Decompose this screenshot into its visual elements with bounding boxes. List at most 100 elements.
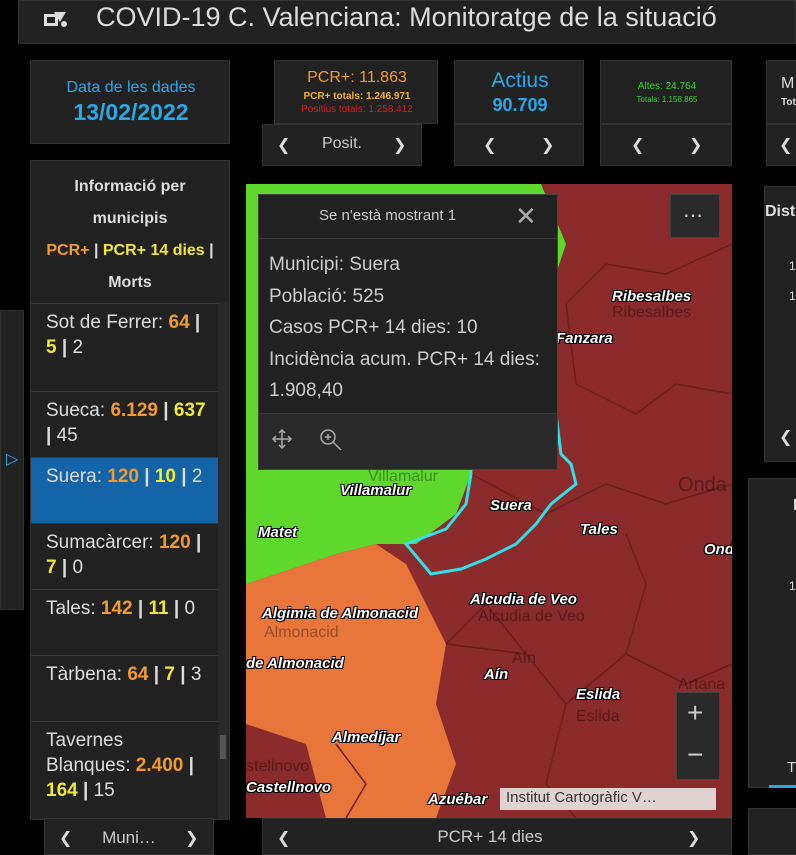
item-pcr14: 7 bbox=[46, 557, 57, 578]
distribution-axis-value: 1 bbox=[789, 259, 796, 273]
prev-chevron-icon[interactable]: ❮ bbox=[483, 135, 496, 154]
popup-title: Se n'està mostrant 1 bbox=[319, 207, 457, 224]
list-scroll-thumb[interactable] bbox=[220, 735, 226, 759]
side-panel-toggle[interactable]: ▷ bbox=[0, 310, 24, 610]
map-more-options-button[interactable]: ⋯ bbox=[670, 194, 720, 238]
date-label: Data de les dades bbox=[66, 79, 196, 96]
next-chevron-icon[interactable]: ❯ bbox=[541, 135, 554, 154]
next-chevron-icon[interactable]: ❯ bbox=[393, 135, 406, 154]
list-item[interactable]: Sumacàrcer: 120 | 7 | 0 bbox=[31, 523, 219, 589]
distribution-axis-value: 1 bbox=[789, 289, 796, 303]
next-chevron-icon[interactable]: ❯ bbox=[689, 135, 702, 154]
panel-axis-value: 1 bbox=[789, 579, 796, 593]
list-item[interactable]: Tales: 142 | 11 | 0 bbox=[31, 589, 219, 655]
next-chevron-icon[interactable]: ❯ bbox=[185, 828, 198, 847]
morts-total: Tot bbox=[781, 97, 796, 108]
map-basemap-label: Ribesalbes bbox=[612, 304, 692, 321]
list-item[interactable]: Sot de Ferrer: 64 | 5 | 2 bbox=[31, 303, 219, 391]
list-item[interactable]: Sueca: 6.129 | 637 | 45 bbox=[31, 391, 219, 457]
expand-right-icon: ▷ bbox=[6, 449, 19, 468]
item-pcr: 6.129 bbox=[110, 400, 158, 421]
item-pcr: 64 bbox=[127, 664, 149, 685]
map-basemap-label: Eslida bbox=[576, 708, 620, 725]
altes-pager: ❮ ❯ bbox=[600, 124, 732, 166]
morts-label: M bbox=[781, 75, 795, 92]
prev-chevron-icon[interactable]: ❮ bbox=[779, 135, 792, 154]
page-title: COVID-19 C. Valenciana: Monitoratge de l… bbox=[96, 2, 717, 32]
actius-label: Actius bbox=[491, 69, 549, 92]
item-name: Sumacàrcer: bbox=[46, 532, 154, 553]
altes-total: Totals: 1.158.865 bbox=[636, 95, 698, 104]
list-item-selected[interactable]: Suera: 120 | 10 | 2 bbox=[31, 457, 219, 523]
item-morts: 45 bbox=[56, 425, 78, 446]
distribution-panel: Dist 1 1 ❮ bbox=[764, 186, 796, 462]
map-label-almonacid: de Almonacid bbox=[246, 655, 344, 672]
item-pcr: 2.400 bbox=[135, 755, 184, 776]
close-icon[interactable]: ✕ bbox=[515, 201, 537, 232]
map-label-fanzara: Fanzara bbox=[556, 330, 613, 347]
list-legend: PCR+ | PCR+ 14 dies | bbox=[31, 235, 229, 267]
item-pcr14: 637 bbox=[173, 400, 206, 421]
map-label-alcudia: Alcudia de Veo bbox=[470, 591, 577, 608]
header: COVID-19 C. Valenciana: Monitoratge de l… bbox=[0, 0, 796, 52]
panel-tab-label[interactable]: T bbox=[787, 759, 796, 776]
zoom-to-icon[interactable] bbox=[319, 428, 343, 457]
ellipsis-icon: ⋯ bbox=[683, 205, 705, 227]
item-morts: 0 bbox=[184, 598, 196, 619]
popup-actions bbox=[259, 413, 557, 469]
map-label-ain: Aín bbox=[484, 666, 509, 683]
pan-icon[interactable] bbox=[271, 428, 293, 455]
feature-popup: Se n'està mostrant 1 ✕ Municipi: Suera P… bbox=[258, 194, 558, 470]
map-basemap-label: Aín bbox=[512, 650, 537, 667]
map-pager-label: PCR+ 14 dies bbox=[437, 827, 543, 846]
item-name: Sot de Ferrer: bbox=[46, 312, 164, 333]
date-value: 13/02/2022 bbox=[73, 99, 189, 125]
legend-separator: | bbox=[209, 242, 214, 259]
map-label-algimia: Algimia de Almonacid bbox=[262, 605, 419, 622]
pcr-total: PCR+ totals: 1.246.971 bbox=[303, 91, 411, 102]
map-basemap-label: stellnovo bbox=[246, 758, 310, 775]
pcr-pager: ❮ Posit. ❯ bbox=[262, 124, 422, 166]
item-name: Sueca: bbox=[46, 400, 106, 421]
popup-header: Se n'està mostrant 1 ✕ bbox=[259, 195, 557, 239]
item-pcr: 120 bbox=[158, 532, 191, 553]
popup-poblacio: Població: 525 bbox=[269, 285, 385, 307]
morts-panel: M Tot bbox=[766, 60, 796, 124]
item-pcr: 64 bbox=[168, 312, 190, 333]
item-name: Tàrbena: bbox=[46, 664, 123, 685]
legend-pcr14: PCR+ 14 dies bbox=[102, 242, 205, 259]
map-label-eslida: Eslida bbox=[576, 686, 621, 703]
list-item[interactable]: Tàrbena: 64 | 7 | 3 bbox=[31, 655, 219, 721]
prev-chevron-icon[interactable]: ❮ bbox=[631, 135, 644, 154]
map-attribution: Institut Cartogràfic V… bbox=[500, 788, 716, 810]
item-morts: 0 bbox=[72, 557, 84, 578]
item-name: Tales: bbox=[46, 598, 96, 619]
third-right-panel bbox=[748, 808, 796, 855]
item-pcr: 120 bbox=[107, 466, 139, 487]
item-pcr14: 164 bbox=[46, 780, 78, 801]
item-pcr14: 7 bbox=[164, 664, 175, 685]
list-heading: Informació per municipis PCR+ | PCR+ 14 … bbox=[31, 171, 229, 299]
map-label-onda: Onda bbox=[704, 541, 732, 558]
zoom-out-icon[interactable]: − bbox=[687, 739, 703, 771]
item-pcr: 142 bbox=[100, 598, 133, 619]
next-chevron-icon[interactable]: ❯ bbox=[687, 828, 700, 847]
actius-value: 90.709 bbox=[492, 95, 548, 115]
altes-value: Altes: 24.764 bbox=[637, 81, 697, 92]
map-label-almedijar: Almedíjar bbox=[332, 729, 401, 746]
active-tab-indicator bbox=[769, 785, 796, 788]
map-pager: ❮ PCR+ 14 dies ❯ bbox=[262, 818, 732, 855]
item-morts: 15 bbox=[93, 780, 115, 801]
list-item[interactable]: Tavernes Blanques: 2.400 | 164 | 15 bbox=[31, 721, 219, 819]
zoom-in-icon[interactable]: + bbox=[687, 697, 703, 729]
legend-pcr: PCR+ bbox=[46, 242, 90, 259]
popup-municipi: Municipi: Suera bbox=[269, 254, 400, 275]
popup-body: Municipi: Suera Població: 525 Casos PCR+… bbox=[269, 249, 553, 407]
morts-pager: ❮ bbox=[766, 124, 796, 166]
map-label-castellnovo: Castellnovo bbox=[246, 779, 332, 796]
map-basemap-label: Onda bbox=[678, 474, 727, 496]
altes-panel: Altes: 24.764 Totals: 1.158.865 bbox=[600, 60, 732, 124]
actius-panel: Actius 90.709 bbox=[454, 60, 584, 124]
prev-chevron-icon[interactable]: ❮ bbox=[779, 427, 792, 446]
legend-morts: Morts bbox=[108, 274, 152, 291]
